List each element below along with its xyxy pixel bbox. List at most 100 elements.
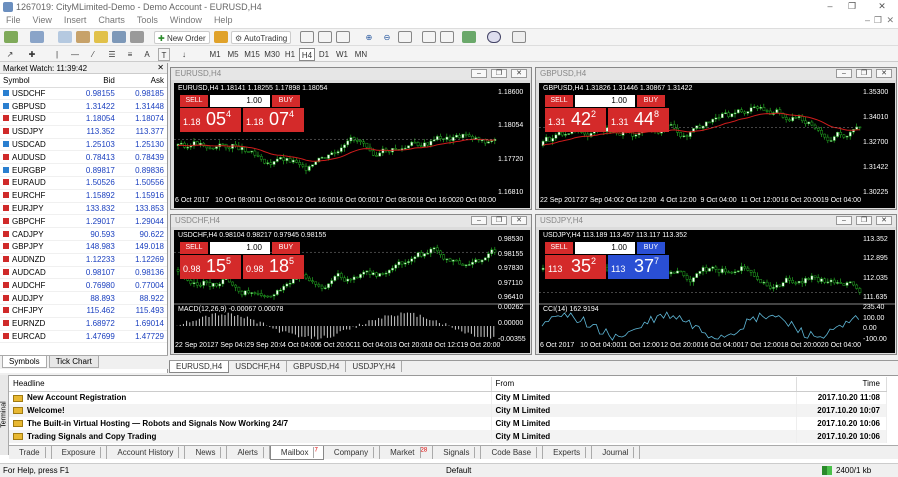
menu-charts[interactable]: Charts [92,14,131,26]
market-watch-row[interactable]: EURGBP 0.89817 0.89836 [0,163,167,178]
market-watch-row[interactable]: GBPCHF 1.29017 1.29044 [0,214,167,229]
buy-price[interactable]: 0.98 18 5 [243,255,304,279]
sell-price[interactable]: 0.98 15 5 [180,255,241,279]
terminal-icon[interactable] [112,31,126,43]
lot-size-input[interactable]: 1.00 [210,242,270,254]
market-watch-row[interactable]: AUDCHF 0.76980 0.77004 [0,278,167,293]
market-watch-row[interactable]: CADJPY 90.593 90.622 [0,227,167,242]
candlestick-icon[interactable] [318,31,332,43]
close-button[interactable]: ✕ [511,69,527,78]
market-watch-row[interactable]: EURAUD 1.50526 1.50556 [0,176,167,190]
buy-price[interactable]: 1.18 07 4 [243,108,304,132]
market-watch-row[interactable]: USDCAD 1.25103 1.25130 [0,138,167,152]
autoscroll-icon[interactable] [440,31,454,43]
indicators-icon[interactable] [462,31,476,43]
tab-symbols[interactable]: Symbols [2,356,47,368]
buy-button[interactable]: BUY [272,242,300,254]
menu-insert[interactable]: Insert [58,14,93,26]
market-watch-row[interactable]: USDJPY 113.352 113.377 [0,125,167,139]
minimize-button[interactable]: – [836,69,852,78]
col-time[interactable]: Time [796,377,887,392]
minimize-button[interactable]: – [471,216,487,225]
close-button[interactable]: ✕ [511,216,527,225]
trendline-icon[interactable]: ⁄ [88,48,98,61]
tf-m15-button[interactable]: M15 [243,48,261,61]
market-watch-row[interactable]: EURNZD 1.68972 1.69014 [0,317,167,331]
profiles-icon[interactable] [30,31,44,43]
market-watch-row[interactable]: AUDCAD 0.98107 0.98136 [0,266,167,280]
close-button[interactable]: ✕ [872,1,892,13]
text-icon[interactable]: A [142,48,152,61]
menu-help[interactable]: Help [208,14,239,26]
col-ask[interactable]: Ask [117,74,167,88]
col-from[interactable]: From [491,377,797,392]
sell-price[interactable]: 1.18 05 4 [180,108,241,132]
buy-button[interactable]: BUY [637,95,665,107]
maximize-button[interactable]: ❐ [491,216,507,225]
fibonacci-icon[interactable]: ≡ [124,48,136,61]
channel-icon[interactable]: ☰ [106,48,118,61]
market-watch-row[interactable]: EURCAD 1.47699 1.47729 [0,330,167,344]
tab-code-base[interactable]: Code Base [481,446,544,459]
sell-button[interactable]: SELL [180,95,208,107]
tab-exposure[interactable]: Exposure [52,446,108,459]
periods-icon[interactable] [487,31,501,43]
close-icon[interactable]: ✕ [157,63,164,72]
text-label-icon[interactable]: T [158,48,170,61]
market-watch-icon[interactable] [58,31,72,43]
tab-mailbox[interactable]: Mailbox 7 [269,446,324,460]
tf-d1-button[interactable]: D1 [317,48,331,61]
tf-h1-button[interactable]: H1 [283,48,297,61]
chart-plot[interactable]: GBPUSD,H4 1.31826 1.31446 1.30867 1.3142… [539,83,895,208]
sell-button[interactable]: SELL [180,242,208,254]
lot-size-input[interactable]: 1.00 [575,95,635,107]
mdi-close-button[interactable]: ✕ [884,14,896,27]
chart-window-usdchf[interactable]: USDCHF,H4 – ❐ ✕ USDCHF,H4 0.98104 0.98217 0… [170,214,532,355]
tab-eurusd[interactable]: EURUSD,H4 [169,361,230,373]
zoom-in-icon[interactable]: ⊕ [362,31,376,43]
mail-row[interactable]: New Account Registration City M Limited 20… [9,391,887,404]
new-chart-icon[interactable] [4,31,18,43]
lot-size-input[interactable]: 1.00 [210,95,270,107]
close-button[interactable]: ✕ [876,216,892,225]
menu-tools[interactable]: Tools [131,14,164,26]
col-bid[interactable]: Bid [68,74,118,88]
market-watch-row[interactable]: AUDJPY 88.893 88.922 [0,291,167,306]
tab-experts[interactable]: Experts [543,446,593,459]
menu-file[interactable]: File [0,14,27,26]
menu-window[interactable]: Window [164,14,208,26]
col-symbol[interactable]: Symbol [0,74,69,88]
autotrading-button[interactable]: ⚙ AutoTrading [231,31,292,44]
maximize-button[interactable]: ❐ [856,216,872,225]
tab-account-history[interactable]: Account History [107,446,186,459]
tab-company[interactable]: Company [324,446,381,459]
sell-price[interactable]: 1.31 42 2 [545,108,606,132]
close-button[interactable]: ✕ [876,69,892,78]
buy-price[interactable]: 113 37 7 [608,255,669,279]
zoom-out-icon[interactable]: ⊖ [380,31,394,43]
market-watch-row[interactable]: AUDUSD 0.78413 0.78439 [0,150,167,165]
templates-icon[interactable] [512,31,526,43]
navigator-icon[interactable] [94,31,108,43]
tab-alerts[interactable]: Alerts [227,446,270,459]
chart-window-gbpusd[interactable]: GBPUSD,H4 – ❐ ✕ GBPUSD,H4 1.31826 1.31446 1… [535,67,897,210]
tab-tick-chart[interactable]: Tick Chart [48,356,99,368]
chart-plot[interactable]: USDCHF,H4 0.98104 0.98217 0.97945 0.9815… [174,230,530,353]
mdi-minimize-button[interactable]: – [863,14,872,26]
new-order-button[interactable]: ✚ New Order [154,31,210,44]
tab-market[interactable]: Market 28 [380,446,434,459]
buy-button[interactable]: BUY [637,242,665,254]
chart-plot[interactable]: USDJPY,H4 113.189 113.457 113.117 113.35… [539,230,895,353]
tf-h4-button[interactable]: H4 [299,48,315,61]
mail-row[interactable]: Welcome! City M Limited 2017.10.20 10:07 [9,404,887,417]
market-watch-row[interactable]: USDCHF 0.98155 0.98185 [0,87,167,101]
market-watch-row[interactable]: CHFJPY 115.462 115.493 [0,304,167,318]
tab-usdchf[interactable]: USDCHF,H4 [229,361,288,372]
arrows-icon[interactable]: ↓ [178,48,190,61]
crosshair-icon[interactable]: ✚ [26,48,38,61]
tile-windows-icon[interactable] [398,31,412,43]
cursor-icon[interactable]: ↗ [4,48,16,61]
sell-button[interactable]: SELL [545,242,573,254]
buy-button[interactable]: BUY [272,95,300,107]
mail-row[interactable]: Trading Signals and Copy Trading City M L… [9,430,887,443]
